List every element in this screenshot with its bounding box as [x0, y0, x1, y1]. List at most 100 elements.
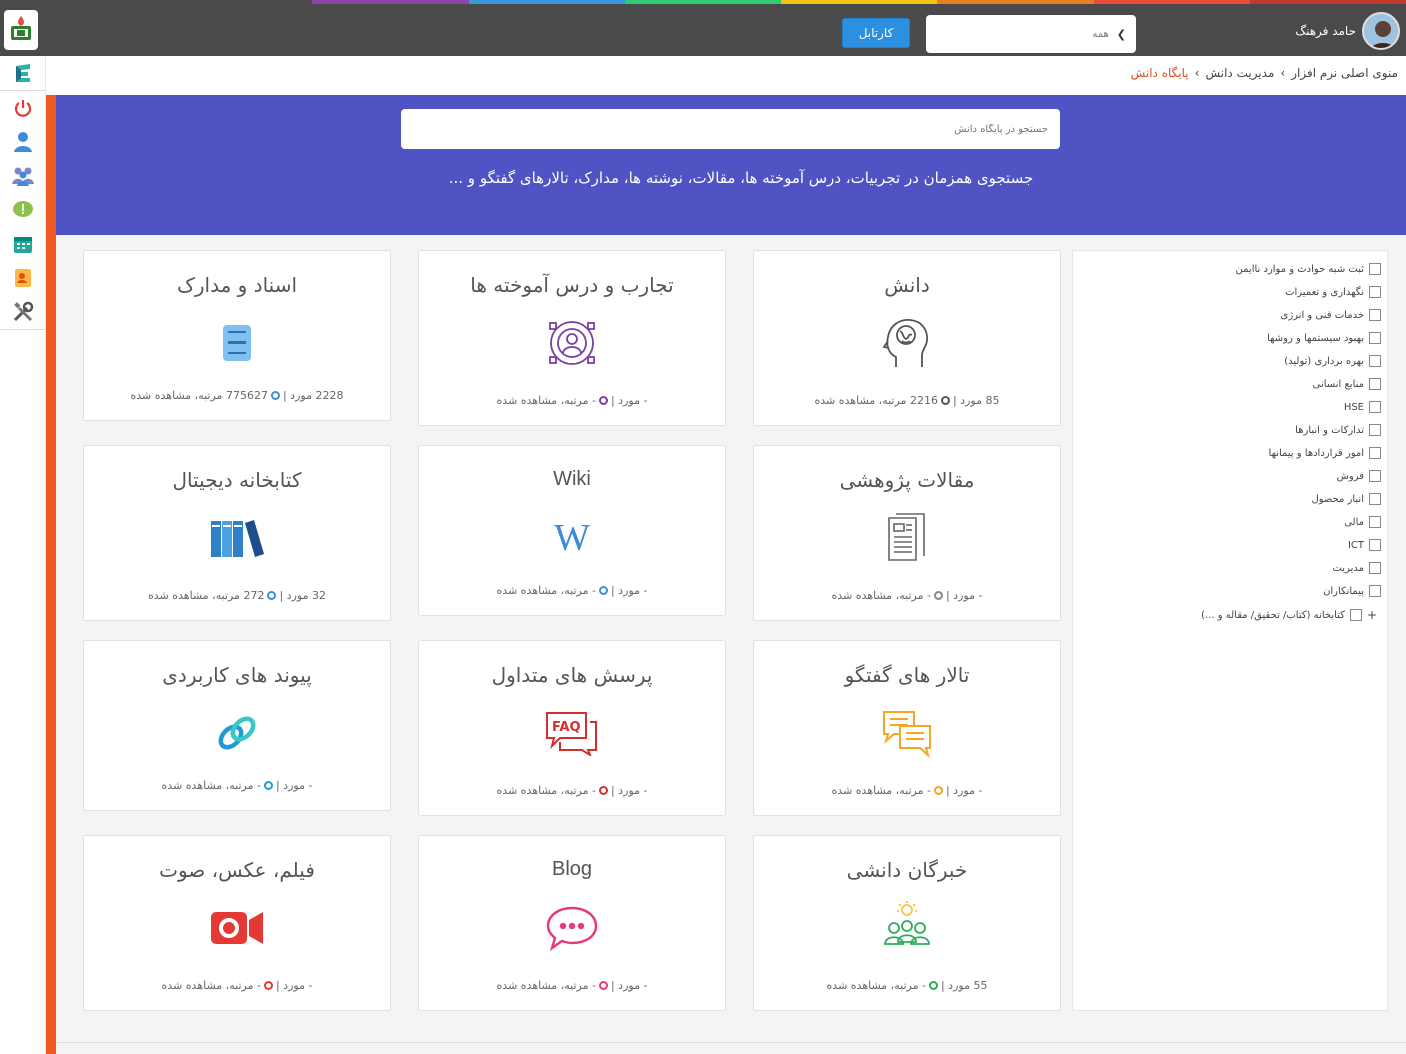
filter-item[interactable]: ICT	[1348, 539, 1381, 551]
company-logo-icon[interactable]	[4, 10, 38, 50]
breadcrumb-item-knowledge-management[interactable]: مدیریت دانش	[1205, 66, 1274, 80]
card-documents[interactable]: اسناد و مدارک 2228 مورد | 775627 مرتبه، م…	[83, 250, 391, 421]
checkbox[interactable]	[1349, 609, 1362, 621]
calendar-icon[interactable]	[0, 227, 46, 261]
top-search-select[interactable]: همه ❮	[926, 15, 1136, 53]
checkbox[interactable]	[1369, 470, 1381, 482]
checkbox[interactable]	[1369, 516, 1381, 528]
card-title: تجارب و درس آموخته ها	[470, 273, 674, 297]
stats-separator: |	[940, 979, 945, 992]
avatar[interactable]	[1362, 12, 1400, 50]
filter-item[interactable]: بهره برداری (تولید)	[1284, 355, 1381, 367]
views-unit: مرتبه، مشاهده شده	[496, 584, 589, 597]
card-views: 2216	[909, 394, 938, 407]
svg-text:FAQ: FAQ	[552, 720, 581, 735]
checkbox[interactable]	[1369, 424, 1381, 436]
items-unit: مورد	[618, 394, 640, 407]
card-forums[interactable]: تالار های گفتگو - مورد | - مرتبه، مشاهده …	[753, 640, 1061, 816]
card-count: -	[978, 784, 983, 797]
card-views: -	[926, 589, 931, 602]
knowledge-search-input[interactable]	[401, 109, 1060, 149]
filter-item[interactable]: انبار محصول	[1311, 493, 1381, 505]
card-views: -	[921, 979, 926, 992]
filter-label: پیمانکاران	[1323, 585, 1364, 597]
card-title: پرسش های متداول	[491, 663, 653, 687]
checkbox[interactable]	[1369, 447, 1381, 459]
breadcrumb-item-main-menu[interactable]: منوی اصلی نرم افزار	[1291, 66, 1398, 80]
views-unit: مرتبه، مشاهده شده	[148, 589, 240, 602]
card-views: 775627	[225, 389, 268, 402]
stats-separator: |	[945, 784, 950, 797]
bottom-divider	[56, 1042, 1406, 1043]
filter-item[interactable]: منابع انسانی	[1313, 378, 1381, 390]
card-wiki[interactable]: Wiki W - مورد | - مرتبه، مشاهده شده	[418, 445, 726, 616]
card-useful-links[interactable]: پیوند های کاربردی - مورد | - مرتبه، مشاهد…	[83, 640, 391, 811]
users-icon[interactable]	[0, 159, 46, 193]
filter-item[interactable]: فروش	[1337, 470, 1381, 482]
card-stats: - مورد | - مرتبه، مشاهده شده	[754, 784, 1060, 797]
filter-item[interactable]: پیمانکاران	[1323, 585, 1381, 597]
items-unit: مورد	[283, 979, 305, 992]
views-unit: مرتبه، مشاهده شده	[496, 979, 589, 992]
checkbox[interactable]	[1369, 263, 1381, 275]
expand-plus-icon[interactable]: +	[1367, 608, 1377, 622]
filter-label: HSE	[1343, 401, 1364, 413]
checkbox[interactable]	[1369, 562, 1381, 574]
filter-label: ICT	[1347, 539, 1364, 551]
filter-item[interactable]: نگهداری و تعمیرات	[1285, 286, 1381, 298]
document-scanner-icon	[84, 315, 390, 371]
books-icon	[84, 510, 390, 566]
card-experiences[interactable]: تجارب و درس آموخته ها - مورد | - مرتبه، م…	[418, 250, 726, 426]
filter-item[interactable]: بهبود سیستمها و روشها	[1267, 332, 1381, 344]
checkbox[interactable]	[1369, 493, 1381, 505]
app-logo-icon[interactable]	[0, 56, 46, 90]
checkbox[interactable]	[1369, 355, 1381, 367]
checkbox[interactable]	[1369, 286, 1381, 298]
category-filter-panel: ثبت شبه حوادث و موارد ناایمن نگهداری و ت…	[1072, 250, 1388, 1011]
card-title: خبرگان دانشی	[846, 858, 968, 882]
hero-subtitle: جستجوی همزمان در تجربیات، درس آموخته ها،…	[448, 169, 1034, 187]
link-icon	[84, 705, 390, 761]
card-stats: - مورد | - مرتبه، مشاهده شده	[84, 779, 390, 792]
checkbox[interactable]	[1369, 332, 1381, 344]
filter-item[interactable]: مالی	[1344, 516, 1381, 528]
card-research-articles[interactable]: مقالات پژوهشی - مورد | - مرتبه، مشاهده شد…	[753, 445, 1061, 621]
items-unit: مورد	[960, 394, 982, 407]
cartable-button[interactable]: کارتابل	[842, 18, 910, 48]
checkbox[interactable]	[1369, 539, 1381, 551]
card-media[interactable]: فیلم، عکس، صوت - مورد | - مرتبه، مشاهده ش…	[83, 835, 391, 1011]
views-unit: مرتبه، مشاهده شده	[826, 979, 919, 992]
filter-item[interactable]: امور قراردادها و پیمانها	[1269, 447, 1381, 459]
alert-icon[interactable]	[0, 193, 46, 227]
card-faq[interactable]: پرسش های متداول FAQ - مورد | - مرتبه، مشا…	[418, 640, 726, 816]
card-stats: - مورد | - مرتبه، مشاهده شده	[84, 979, 390, 992]
stats-separator: |	[610, 584, 615, 597]
filter-item-library[interactable]: + کتابخانه (کتاب/ تحقیق/ مقاله و ...)	[1201, 608, 1381, 622]
card-title: Blog	[551, 858, 593, 880]
user-icon[interactable]	[0, 125, 46, 159]
checkbox[interactable]	[1369, 585, 1381, 597]
checkbox[interactable]	[1369, 309, 1381, 321]
items-unit: مورد	[618, 584, 640, 597]
stats-separator: |	[282, 389, 287, 402]
card-blog[interactable]: Blog - مورد | - مرتبه، مشاهده شده	[418, 835, 726, 1011]
tools-icon[interactable]	[0, 295, 46, 329]
eye-icon	[933, 786, 943, 795]
checkbox[interactable]	[1369, 401, 1381, 413]
contact-card-icon[interactable]	[0, 261, 46, 295]
card-count: -	[643, 394, 648, 407]
card-knowledge-experts[interactable]: خبرگان دانشی 55 مورد | - مرتبه، مشاهده شد…	[753, 835, 1061, 1011]
power-icon[interactable]	[0, 91, 46, 125]
stats-separator: |	[275, 979, 280, 992]
checkbox[interactable]	[1369, 378, 1381, 390]
card-digital-library[interactable]: کتابخانه دیجیتال 32 مورد | 272 مرتبه، مشا…	[83, 445, 391, 621]
filter-item[interactable]: HSE	[1344, 401, 1381, 413]
views-unit: مرتبه، مشاهده شده	[161, 779, 254, 792]
filter-item[interactable]: ثبت شبه حوادث و موارد ناایمن	[1236, 263, 1381, 275]
filter-item[interactable]: تدارکات و انبارها	[1295, 424, 1381, 436]
card-knowledge[interactable]: دانش 85 مورد | 2216 مرتبه، مشاهده شده	[753, 250, 1061, 426]
filter-item[interactable]: خدمات فنی و انرژی	[1281, 309, 1381, 321]
user-profile[interactable]: حامد فرهنگ	[1295, 12, 1400, 50]
filter-item[interactable]: مدیریت	[1332, 562, 1381, 574]
card-stats: 55 مورد | - مرتبه، مشاهده شده	[754, 979, 1060, 992]
